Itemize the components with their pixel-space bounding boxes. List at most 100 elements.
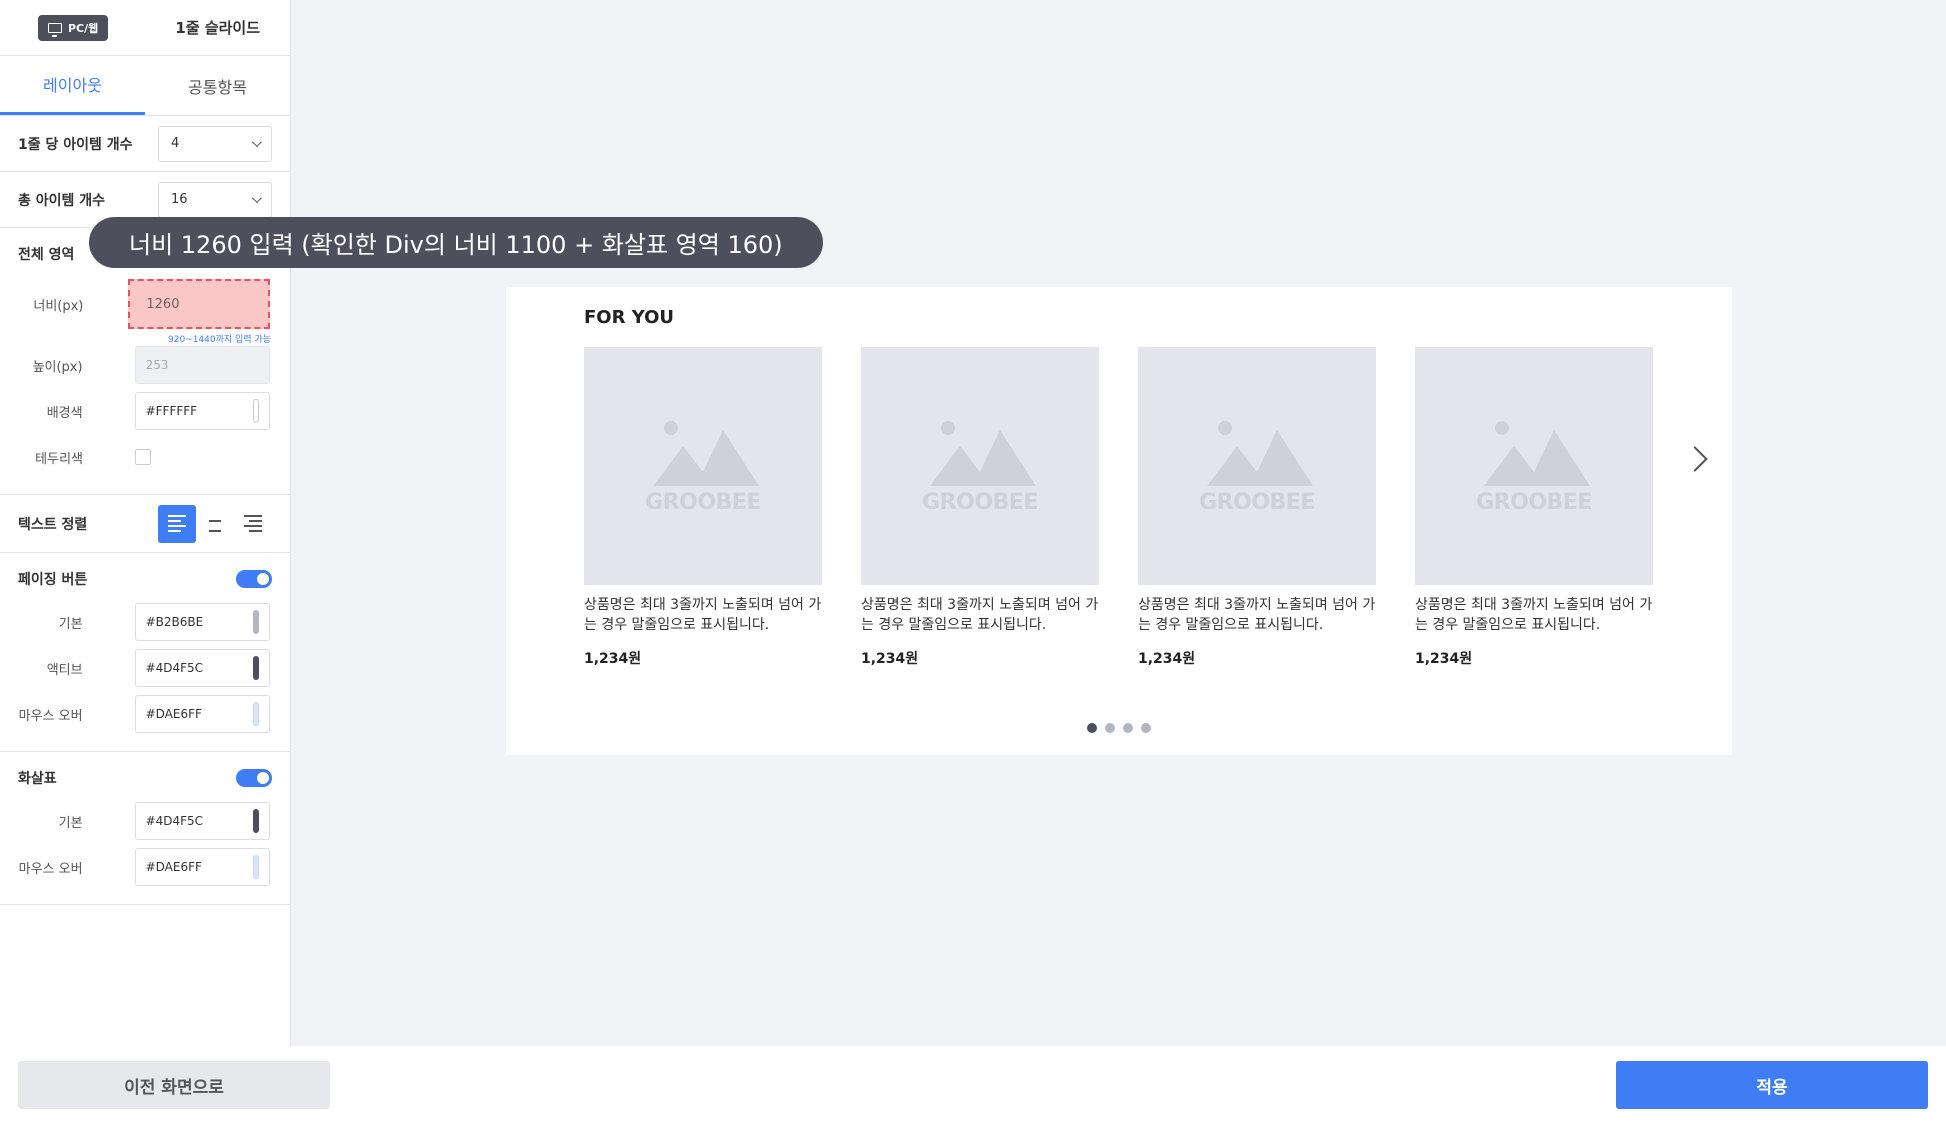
device-badge-label: PC/웹 (68, 21, 99, 35)
area-section: 전체 영역 너비(px) 1260 920~1440까지 입력 가능 높이(px… (0, 228, 290, 495)
height-label: 높이(px) (32, 359, 83, 375)
bg-color-input[interactable]: #FFFFFF (134, 392, 270, 430)
paging-active-input[interactable]: #4D4F5C (134, 649, 270, 687)
image-placeholder-icon (930, 420, 1036, 486)
paging-section: 페이징 버튼 기본 #B2B6BE 액티브 #4D4F5C 마우스 오버 #DA… (0, 553, 290, 752)
preview-title: FOR YOU (584, 307, 675, 328)
total-items-label: 총 아이템 개수 (18, 192, 106, 209)
slide-preview: FOR YOU GROOBEE 상품명은 최대 3줄까지 노출되며 넘어 가는 … (506, 287, 1732, 755)
width-field: 너비(px) 1260 (0, 274, 290, 334)
align-right-button[interactable] (234, 505, 272, 543)
arrow-section: 화살표 기본 #4D4F5C 마우스 오버 #DAE6FF (0, 752, 290, 905)
product-thumbnail: GROOBEE (1138, 347, 1376, 585)
pagination-dot[interactable] (1087, 723, 1097, 733)
bg-color-value: #FFFFFF (145, 404, 198, 418)
height-field: 높이(px) 253 (0, 342, 290, 388)
product-card[interactable]: GROOBEE 상품명은 최대 3줄까지 노출되며 넘어 가는 경우 말줄임으로… (1138, 347, 1376, 668)
arrow-hover-field: 마우스 오버 #DAE6FF (0, 844, 290, 890)
width-hint: 920~1440까지 입력 가능 (168, 335, 272, 345)
sidebar-header: PC/웹 1줄 슬라이드 (0, 0, 290, 56)
brand-watermark: GROOBEE (1199, 489, 1315, 515)
paging-hover-input[interactable]: #DAE6FF (134, 695, 270, 733)
paging-active-label: 액티브 (46, 662, 83, 678)
align-center-button[interactable] (196, 505, 234, 543)
image-placeholder-icon (1207, 420, 1313, 486)
arrow-hover-label: 마우스 오버 (18, 861, 83, 877)
arrow-section-header: 화살표 (0, 752, 290, 798)
total-items-select[interactable]: 16 (158, 181, 272, 218)
paging-active-field: 액티브 #4D4F5C (0, 645, 290, 691)
pagination-dot[interactable] (1123, 723, 1133, 733)
paging-section-header: 페이징 버튼 (0, 553, 290, 599)
text-align-row: 텍스트 정렬 (0, 495, 290, 553)
paging-toggle[interactable] (236, 570, 272, 588)
previous-screen-button[interactable]: 이전 화면으로 (18, 1061, 330, 1109)
arrow-toggle[interactable] (236, 769, 272, 787)
image-placeholder-icon (1484, 420, 1590, 486)
paging-hover-swatch[interactable] (253, 702, 259, 726)
paging-hover-label: 마우스 오버 (18, 708, 83, 724)
total-items-value: 16 (171, 192, 188, 207)
items-per-row-row: 1줄 당 아이템 개수 4 (0, 116, 290, 172)
template-title: 1줄 슬라이드 (175, 19, 260, 37)
product-name: 상품명은 최대 3줄까지 노출되며 넘어 가는 경우 말줄임으로 표시됩니다. (584, 597, 822, 634)
paging-default-input[interactable]: #B2B6BE (134, 603, 270, 641)
paging-default-value: #B2B6BE (145, 615, 204, 629)
paging-active-swatch[interactable] (253, 656, 259, 680)
arrow-default-swatch[interactable] (253, 809, 259, 833)
brand-watermark: GROOBEE (645, 489, 761, 515)
chevron-right-icon[interactable] (1682, 446, 1708, 472)
pagination-dot[interactable] (1141, 723, 1151, 733)
preview-canvas: FOR YOU GROOBEE 상품명은 최대 3줄까지 노출되며 넘어 가는 … (291, 0, 1946, 1046)
width-input[interactable]: 1260 (128, 279, 270, 329)
bg-color-label: 배경색 (46, 405, 83, 421)
paging-default-swatch[interactable] (253, 610, 259, 634)
pagination-dot[interactable] (1105, 723, 1115, 733)
brand-watermark: GROOBEE (1476, 489, 1592, 515)
arrow-hover-value: #DAE6FF (145, 860, 202, 874)
product-card[interactable]: GROOBEE 상품명은 최대 3줄까지 노출되며 넘어 가는 경우 말줄임으로… (584, 347, 822, 668)
apply-button[interactable]: 적용 (1616, 1061, 1928, 1109)
settings-tabs: 레이아웃 공통항목 (0, 56, 290, 116)
bg-color-swatch[interactable] (253, 399, 259, 423)
arrow-default-label: 기본 (58, 815, 83, 831)
product-name: 상품명은 최대 3줄까지 노출되며 넘어 가는 경우 말줄임으로 표시됩니다. (1415, 597, 1653, 634)
arrow-title: 화살표 (18, 771, 57, 787)
product-card[interactable]: GROOBEE 상품명은 최대 3줄까지 노출되며 넘어 가는 경우 말줄임으로… (1415, 347, 1653, 668)
tab-layout[interactable]: 레이아웃 (0, 56, 145, 115)
paging-default-field: 기본 #B2B6BE (0, 599, 290, 645)
items-per-row-label: 1줄 당 아이템 개수 (18, 136, 133, 153)
align-left-button[interactable] (158, 504, 196, 543)
border-color-field: 테두리색 (0, 434, 290, 480)
height-input: 253 (134, 346, 270, 384)
items-per-row-value: 4 (171, 136, 180, 151)
monitor-icon (48, 22, 62, 37)
tab-common[interactable]: 공통항목 (145, 56, 290, 115)
chevron-down-icon (251, 137, 262, 148)
arrow-default-value: #4D4F5C (145, 814, 204, 828)
product-name: 상품명은 최대 3줄까지 노출되며 넘어 가는 경우 말줄임으로 표시됩니다. (861, 597, 1099, 634)
brand-watermark: GROOBEE (922, 489, 1038, 515)
product-thumbnail: GROOBEE (861, 347, 1099, 585)
product-thumbnail: GROOBEE (584, 347, 822, 585)
arrow-hover-input[interactable]: #DAE6FF (134, 848, 270, 886)
settings-sidebar: PC/웹 1줄 슬라이드 레이아웃 공통항목 1줄 당 아이템 개수 4 총 아… (0, 0, 291, 1046)
product-list: GROOBEE 상품명은 최대 3줄까지 노출되며 넘어 가는 경우 말줄임으로… (584, 347, 1653, 668)
bg-color-field: 배경색 #FFFFFF (0, 388, 290, 434)
product-price: 1,234원 (861, 650, 919, 667)
footer-bar: 이전 화면으로 적용 (0, 1046, 1946, 1125)
arrow-default-field: 기본 #4D4F5C (0, 798, 290, 844)
border-color-label: 테두리색 (35, 451, 83, 467)
paging-title: 페이징 버튼 (18, 572, 88, 588)
arrow-default-input[interactable]: #4D4F5C (134, 802, 270, 840)
paging-default-label: 기본 (58, 616, 83, 632)
border-color-checkbox[interactable] (135, 449, 151, 465)
arrow-hover-swatch[interactable] (253, 855, 259, 879)
device-badge[interactable]: PC/웹 (38, 14, 109, 41)
image-placeholder-icon (653, 420, 759, 486)
product-price: 1,234원 (1138, 650, 1196, 667)
items-per-row-select[interactable]: 4 (158, 125, 272, 162)
pagination-dots (506, 723, 1732, 733)
product-card[interactable]: GROOBEE 상품명은 최대 3줄까지 노출되며 넘어 가는 경우 말줄임으로… (861, 347, 1099, 668)
product-name: 상품명은 최대 3줄까지 노출되며 넘어 가는 경우 말줄임으로 표시됩니다. (1138, 597, 1376, 634)
